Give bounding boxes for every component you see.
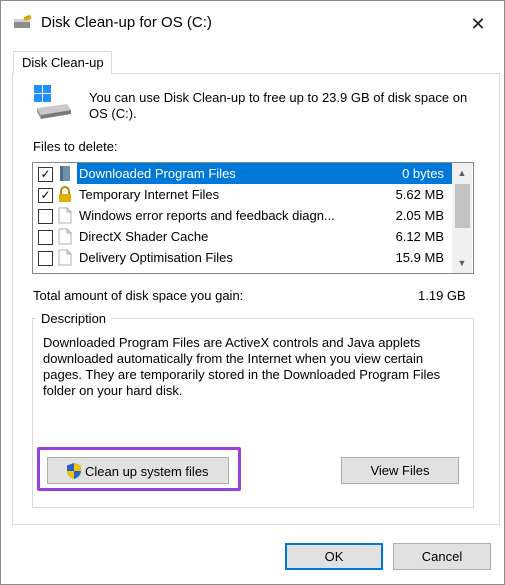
clean-up-system-files-label: Clean up system files [85, 464, 209, 479]
close-icon: ✕ [470, 14, 486, 34]
cancel-button[interactable]: Cancel [393, 543, 491, 570]
scroll-down-arrow-icon[interactable]: ▼ [452, 253, 472, 273]
document-icon [58, 249, 72, 266]
ok-button[interactable]: OK [285, 543, 383, 570]
item-name-label: Downloaded Program Files [79, 166, 236, 181]
item-checkbox[interactable] [38, 230, 53, 245]
list-item[interactable]: ✓ Downloaded Program Files 0 bytes [33, 163, 454, 184]
window-title: Disk Clean-up for OS (C:) [41, 14, 212, 31]
list-item[interactable]: ✓ Temporary Internet Files 5.62 MB [33, 184, 452, 205]
description-text: Downloaded Program Files are ActiveX con… [43, 335, 441, 398]
list-scrollbar[interactable]: ▲ ▼ [452, 163, 472, 273]
list-item[interactable]: Windows error reports and feedback diagn… [33, 205, 452, 226]
lock-icon [59, 186, 71, 202]
item-size: 5.62 MB [395, 187, 444, 202]
total-space-label: Total amount of disk space you gain: [33, 288, 244, 303]
intro-text: You can use Disk Clean-up to free up to … [89, 90, 468, 121]
item-checkbox[interactable]: ✓ [38, 167, 53, 182]
item-size: 0 bytes [402, 163, 452, 184]
document-icon [58, 207, 72, 224]
files-to-delete-label: Files to delete: [33, 139, 118, 154]
uac-shield-icon [67, 463, 81, 479]
folder-icon [60, 166, 70, 181]
close-button[interactable]: ✕ [461, 9, 495, 39]
item-checkbox[interactable] [38, 251, 53, 266]
scroll-thumb[interactable] [455, 184, 470, 228]
item-name-label: DirectX Shader Cache [79, 229, 209, 244]
tab-disk-cleanup[interactable]: Disk Clean-up [13, 51, 112, 74]
clean-up-system-files-button[interactable]: Clean up system files [47, 457, 229, 484]
description-label: Description [36, 311, 112, 326]
item-name-label: Delivery Optimisation Files [79, 250, 233, 265]
total-space-value: 1.19 GB [418, 288, 466, 303]
disk-cleanup-app-icon [14, 15, 32, 28]
item-name-label: Temporary Internet Files [79, 187, 220, 202]
item-name-label: Windows error reports and feedback diagn… [79, 208, 335, 223]
list-item[interactable]: Delivery Optimisation Files 15.9 MB [33, 247, 452, 268]
item-size: 15.9 MB [395, 250, 444, 265]
view-files-button[interactable]: View Files [341, 457, 459, 484]
scroll-up-arrow-icon[interactable]: ▲ [452, 163, 472, 183]
item-checkbox[interactable]: ✓ [38, 188, 53, 203]
item-checkbox[interactable] [38, 209, 53, 224]
files-list[interactable]: ✓ Downloaded Program Files 0 bytes ✓ Tem… [32, 162, 474, 274]
list-item[interactable]: DirectX Shader Cache 6.12 MB [33, 226, 452, 247]
drive-icon [34, 85, 71, 119]
document-icon [58, 228, 72, 245]
title-bar: Disk Clean-up for OS (C:) ✕ [1, 1, 504, 47]
item-size: 2.05 MB [395, 208, 444, 223]
tab-label: Disk Clean-up [22, 55, 104, 70]
item-size: 6.12 MB [395, 229, 444, 244]
